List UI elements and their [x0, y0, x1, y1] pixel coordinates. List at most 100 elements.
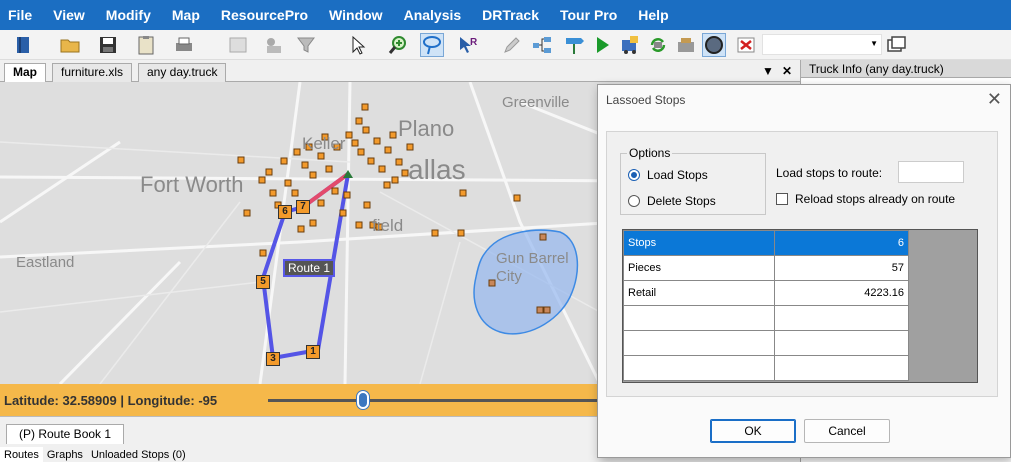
signpost-icon[interactable] — [562, 33, 586, 57]
place-label: Eastland — [16, 254, 75, 271]
place-label: allas — [408, 154, 466, 185]
menu-modify[interactable]: Modify — [98, 0, 164, 30]
truck-load-icon[interactable] — [618, 33, 642, 57]
menu-help[interactable]: Help — [630, 0, 681, 30]
cancel-button[interactable]: Cancel — [804, 419, 890, 443]
stop-marker[interactable]: 6 — [278, 205, 292, 219]
clipboard-icon[interactable] — [134, 33, 158, 57]
table-row[interactable] — [623, 330, 909, 356]
place-label: Keller — [302, 134, 346, 153]
dialog-title: Lassoed Stops — [606, 93, 686, 107]
menu-window[interactable]: Window — [321, 0, 396, 30]
delete-stops-label: Delete Stops — [647, 194, 716, 208]
table-row[interactable] — [623, 355, 909, 381]
place-label: Gun Barrel City — [496, 250, 569, 285]
route-select-icon[interactable]: R — [456, 33, 480, 57]
toolbar-dropdown[interactable]: ▼ — [762, 34, 882, 55]
tab-map[interactable]: Map — [4, 63, 46, 83]
play-icon[interactable] — [590, 33, 614, 57]
stop-marker[interactable]: 1 — [306, 345, 320, 359]
tools-icon[interactable] — [674, 33, 698, 57]
ok-button[interactable]: OK — [710, 419, 796, 443]
delete-grid-icon[interactable] — [734, 33, 758, 57]
tab-list-icon[interactable]: ▼ — [762, 64, 774, 78]
place-label: Greenville — [502, 94, 570, 111]
menu-map[interactable]: Map — [164, 0, 213, 30]
row-label — [623, 305, 775, 331]
tab-furniture-xls[interactable]: furniture.xls — [52, 63, 133, 82]
stop-marker[interactable]: 3 — [266, 352, 280, 366]
chevron-down-icon: ▼ — [870, 39, 878, 48]
zoom-slider-track[interactable] — [268, 399, 598, 402]
refresh-route-icon[interactable] — [646, 33, 670, 57]
menu-bar: File View Modify Map ResourcePro Window … — [0, 0, 1011, 30]
coordinates-readout: Latitude: 32.58909 | Longitude: -95 — [4, 393, 218, 408]
options-label: Options — [627, 146, 673, 160]
tab-routes[interactable]: Routes — [0, 447, 43, 462]
open-folder-icon[interactable] — [58, 33, 82, 57]
close-icon[interactable]: ✕ — [782, 64, 792, 78]
truck-info-header: Truck Info (any day.truck) — [801, 60, 1011, 78]
radio-unselected-icon — [628, 195, 640, 207]
print-icon[interactable] — [172, 33, 196, 57]
reload-stops-checkbox[interactable]: Reload stops already on route — [776, 192, 955, 206]
save-icon[interactable] — [96, 33, 120, 57]
lasso-icon[interactable] — [420, 33, 444, 57]
row-value: 57 — [774, 255, 909, 281]
place-label: Fort Worth — [140, 172, 244, 197]
row-label — [623, 330, 775, 356]
row-label — [623, 355, 775, 381]
checkbox-icon — [776, 193, 788, 205]
table-row[interactable]: Stops 6 — [623, 230, 909, 256]
globe-icon[interactable] — [702, 33, 726, 57]
stop-marker[interactable]: 5 — [256, 275, 270, 289]
route-book-subtabs: Routes Graphs Unloaded Stops (0) — [0, 447, 190, 462]
close-icon[interactable]: ✕ — [987, 89, 1002, 110]
book-icon[interactable] — [12, 33, 36, 57]
table-row[interactable]: Pieces 57 — [623, 255, 909, 281]
zoom-in-icon[interactable] — [386, 33, 410, 57]
load-to-route-label: Load stops to route: — [776, 166, 883, 180]
row-value: 6 — [774, 230, 909, 256]
tab-unloaded-stops[interactable]: Unloaded Stops (0) — [87, 447, 190, 462]
vehicles-icon[interactable] — [262, 33, 286, 57]
zoom-window-icon[interactable] — [226, 33, 250, 57]
delete-stops-radio[interactable]: Delete Stops — [628, 194, 716, 208]
menu-view[interactable]: View — [45, 0, 98, 30]
route-tree-icon[interactable] — [530, 33, 554, 57]
place-label: Plano — [398, 116, 455, 141]
table-row[interactable]: Retail 4223.16 — [623, 280, 909, 306]
place-label: field — [372, 216, 404, 235]
tab-any-day-truck[interactable]: any day.truck — [138, 63, 227, 82]
load-stops-label: Load Stops — [647, 168, 708, 182]
tab-route-book[interactable]: (P) Route Book 1 — [6, 424, 125, 444]
route-label[interactable]: Route 1 — [283, 259, 336, 277]
window-restore-icon[interactable] — [884, 33, 908, 57]
toolbar: R ▼ — [0, 30, 1011, 60]
svg-text:R: R — [470, 37, 478, 48]
zoom-slider-thumb[interactable] — [357, 391, 369, 409]
radio-selected-icon — [628, 169, 640, 181]
reload-stops-label: Reload stops already on route — [795, 192, 956, 206]
menu-analysis[interactable]: Analysis — [396, 0, 475, 30]
menu-tour-pro[interactable]: Tour Pro — [552, 0, 630, 30]
row-value — [774, 330, 909, 356]
stop-marker[interactable]: 7 — [296, 200, 310, 214]
load-stops-radio[interactable]: Load Stops — [628, 168, 708, 182]
menu-file[interactable]: File — [0, 0, 45, 30]
row-label: Retail — [623, 280, 775, 306]
table-row[interactable] — [623, 305, 909, 331]
edit-pencil-icon[interactable] — [500, 33, 524, 57]
row-value — [774, 305, 909, 331]
load-to-route-input[interactable] — [898, 161, 964, 183]
menu-resourcepro[interactable]: ResourcePro — [213, 0, 321, 30]
options-group: Options Load Stops Delete Stops — [620, 146, 766, 215]
row-label: Pieces — [623, 255, 775, 281]
row-value — [774, 355, 909, 381]
filter-icon[interactable] — [294, 33, 318, 57]
row-label: Stops — [623, 230, 775, 256]
menu-drtrack[interactable]: DRTrack — [474, 0, 552, 30]
tab-graphs[interactable]: Graphs — [43, 447, 87, 462]
row-value: 4223.16 — [774, 280, 909, 306]
select-arrow-icon[interactable] — [346, 33, 370, 57]
